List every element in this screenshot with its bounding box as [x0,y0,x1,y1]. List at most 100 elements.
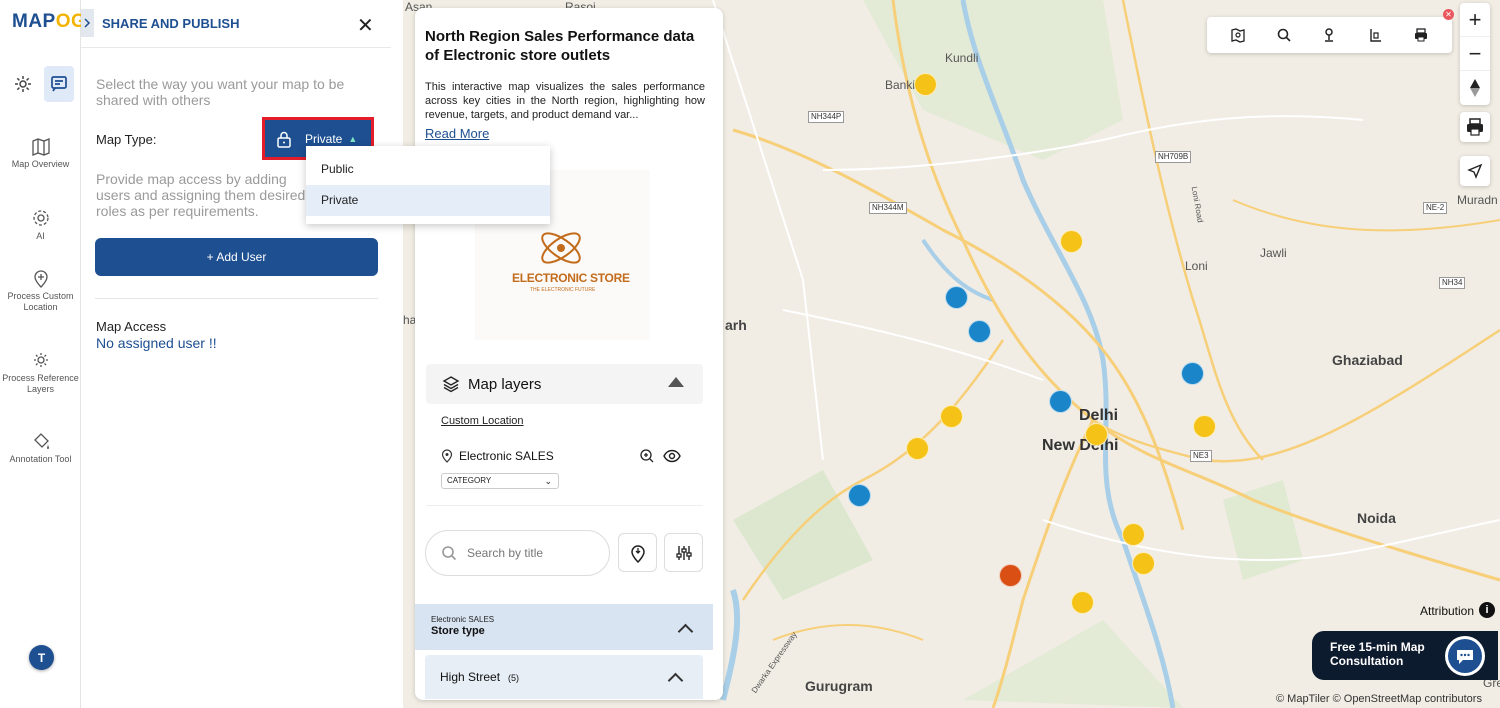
option-public[interactable]: Public [306,154,550,185]
custom-location-tab[interactable]: Custom Location [441,415,524,427]
collapse-triangle-icon[interactable] [668,377,684,387]
place-label: Jawli [1260,246,1287,260]
settings-gear-icon[interactable] [8,66,38,102]
measure-tool-icon[interactable] [1363,23,1387,47]
map-icon [31,138,50,156]
place-label: Noida [1357,510,1396,526]
sales-marker-yellow[interactable] [914,73,937,96]
place-label: Muradn [1457,193,1498,207]
read-more-link[interactable]: Read More [425,126,489,141]
user-avatar[interactable]: T [29,645,54,670]
sales-marker-yellow[interactable] [906,437,929,460]
place-label: Ghaziabad [1332,352,1403,368]
mapog-logo[interactable]: MAPOG [12,11,86,33]
navigate-arrow-icon[interactable] [1460,156,1490,186]
zoom-controls: + − [1460,3,1490,105]
layers-icon [442,376,460,393]
layer-row: Electronic SALES [441,449,554,463]
rail-annotation-tool[interactable]: Annotation Tool [0,431,81,465]
sales-marker-blue[interactable] [1049,390,1072,413]
share-publish-panel: SHARE AND PUBLISH ✕ Select the way you w… [81,0,403,708]
sales-marker-yellow[interactable] [1071,591,1094,614]
rail-label: Process Reference Layers [2,373,79,394]
category-select-value: CATEGORY [447,476,492,485]
map-type-value: Private [305,131,343,146]
road-label: NH344P [808,111,845,123]
high-street-subgroup[interactable]: High Street (5) [425,655,703,699]
place-label: Kundli [945,51,979,65]
chevron-down-icon: ⌄ [544,476,552,486]
sliders-icon [675,545,692,560]
map-access-value: No assigned user !! [96,335,217,351]
place-label: Banki [885,78,916,92]
visibility-eye-icon[interactable] [663,448,681,464]
sales-marker-blue[interactable] [1181,362,1204,385]
print-icon[interactable] [1409,23,1433,47]
ai-gear-icon [32,210,49,226]
subgroup-label: High Street [440,670,501,684]
divider [95,298,378,299]
map-description: This interactive map visualizes the sale… [425,81,705,121]
road-label: NH34 [1439,277,1466,289]
road-label: NH344M [869,202,907,214]
close-icon[interactable]: ✕ [357,13,374,38]
left-rail: MAPOG Map Overview AI Process Custom Loc… [0,0,86,708]
sales-marker-yellow[interactable] [1122,523,1145,546]
rail-label: Process Custom Location [7,291,74,312]
panel-header: SHARE AND PUBLISH ✕ [81,0,391,48]
zoom-to-layer-icon[interactable] [639,448,655,464]
option-private[interactable]: Private [306,185,550,216]
pin-filter-icon [630,544,645,563]
place-label: arh [725,317,747,333]
zoom-in-button[interactable]: + [1460,3,1490,37]
category-select[interactable]: CATEGORY ⌄ [441,473,559,489]
add-user-button[interactable]: + Add User [95,238,378,276]
location-marker-icon[interactable] [1317,23,1341,47]
sales-marker-yellow[interactable] [1193,415,1216,438]
road-label: NE-2 [1423,202,1448,214]
map-type-dropdown: Public Private [306,146,550,224]
location-filter-button[interactable] [618,533,657,572]
location-pin-icon [33,270,48,288]
toolbar-close-icon[interactable]: ✕ [1443,9,1454,20]
share-intro-text: Select the way you want your map to be s… [96,76,345,108]
sales-marker-orange[interactable] [999,564,1022,587]
search-icon[interactable] [1272,23,1296,47]
sales-marker-yellow[interactable] [940,405,963,428]
sales-marker-yellow[interactable] [1060,230,1083,253]
info-icon[interactable]: i [1479,602,1495,618]
collapse-chevron-icon[interactable] [81,9,94,37]
rail-process-reference-layers[interactable]: Process Reference Layers [0,350,81,395]
group-layer-name: Electronic SALES [431,615,495,624]
place-label: New Delhi [1042,437,1119,454]
sales-marker-blue[interactable] [945,286,968,309]
pin-icon [441,449,453,463]
rail-ai[interactable]: AI [0,208,81,242]
reference-gear-icon [33,353,48,367]
rail-label: Annotation Tool [9,454,72,464]
compass-north-icon[interactable] [1460,71,1490,105]
road-label: NH709B [1155,151,1192,163]
zoom-out-button[interactable]: − [1460,37,1490,71]
attribution-label: Attribution [1420,604,1475,618]
chat-bubble-icon[interactable] [1445,636,1485,676]
chevron-up-icon[interactable] [667,672,684,689]
map-layers-header[interactable]: Map layers [426,364,703,404]
map-title: North Region Sales Performance data of E… [425,28,695,64]
store-type-group-header[interactable]: Electronic SALES Store type [415,604,713,650]
search-icon [442,546,457,561]
lock-icon [277,131,291,148]
search-by-title-input[interactable]: Search by title [425,530,610,576]
sales-marker-yellow[interactable] [1085,423,1108,446]
map-toolbar [1207,17,1452,53]
rail-map-overview[interactable]: Map Overview [0,138,81,170]
sales-marker-yellow[interactable] [1132,552,1155,575]
sales-marker-blue[interactable] [848,484,871,507]
map-layers-tool-icon[interactable] [1226,23,1250,47]
map-access-label: Map Access [96,319,167,334]
share-publish-icon[interactable] [44,66,74,102]
print-map-icon[interactable] [1460,112,1490,142]
filter-sliders-button[interactable] [664,533,703,572]
sales-marker-blue[interactable] [968,320,991,343]
rail-process-custom-location[interactable]: Process Custom Location [0,268,81,313]
